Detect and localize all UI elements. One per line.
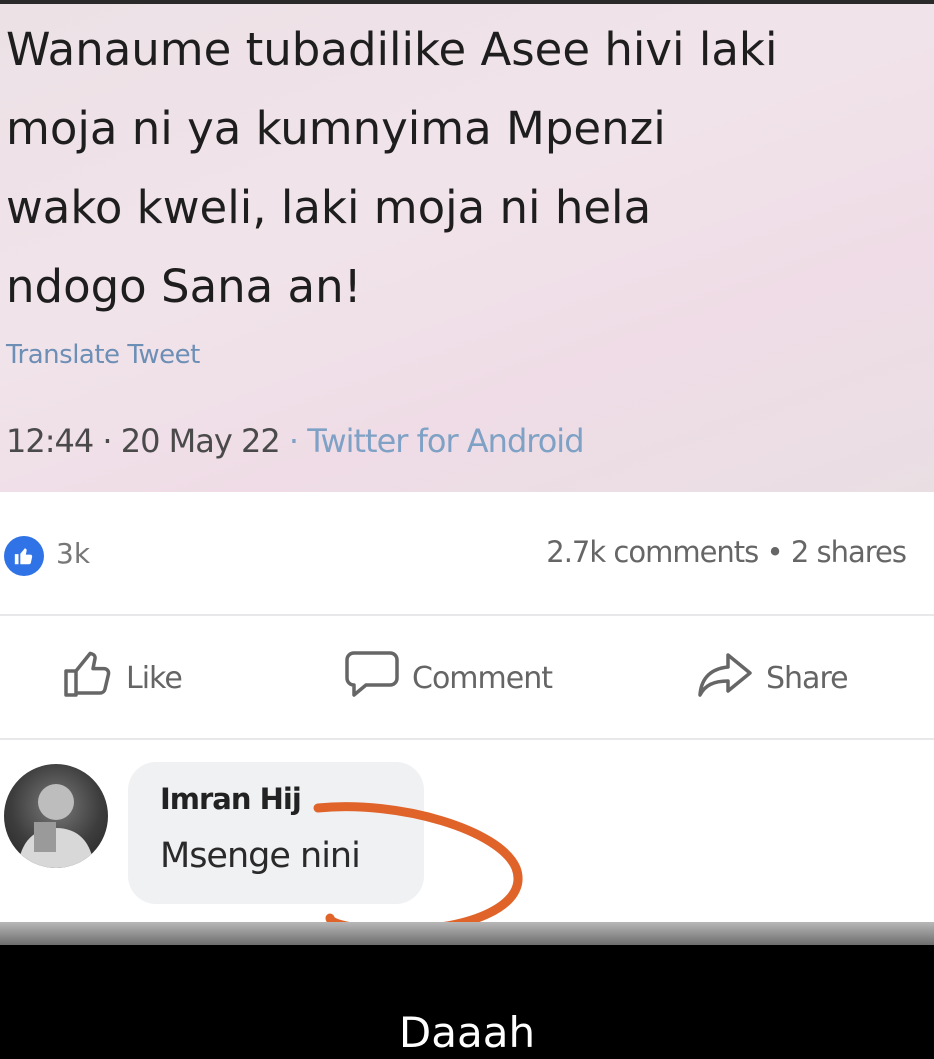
screen-bottom-edge (0, 922, 934, 945)
video-caption: Daaah (398, 1008, 536, 1057)
screenshot-screen: Wanaume tubadilike Asee hivi laki moja n… (0, 0, 934, 945)
orange-annotation-scribble (313, 802, 523, 935)
